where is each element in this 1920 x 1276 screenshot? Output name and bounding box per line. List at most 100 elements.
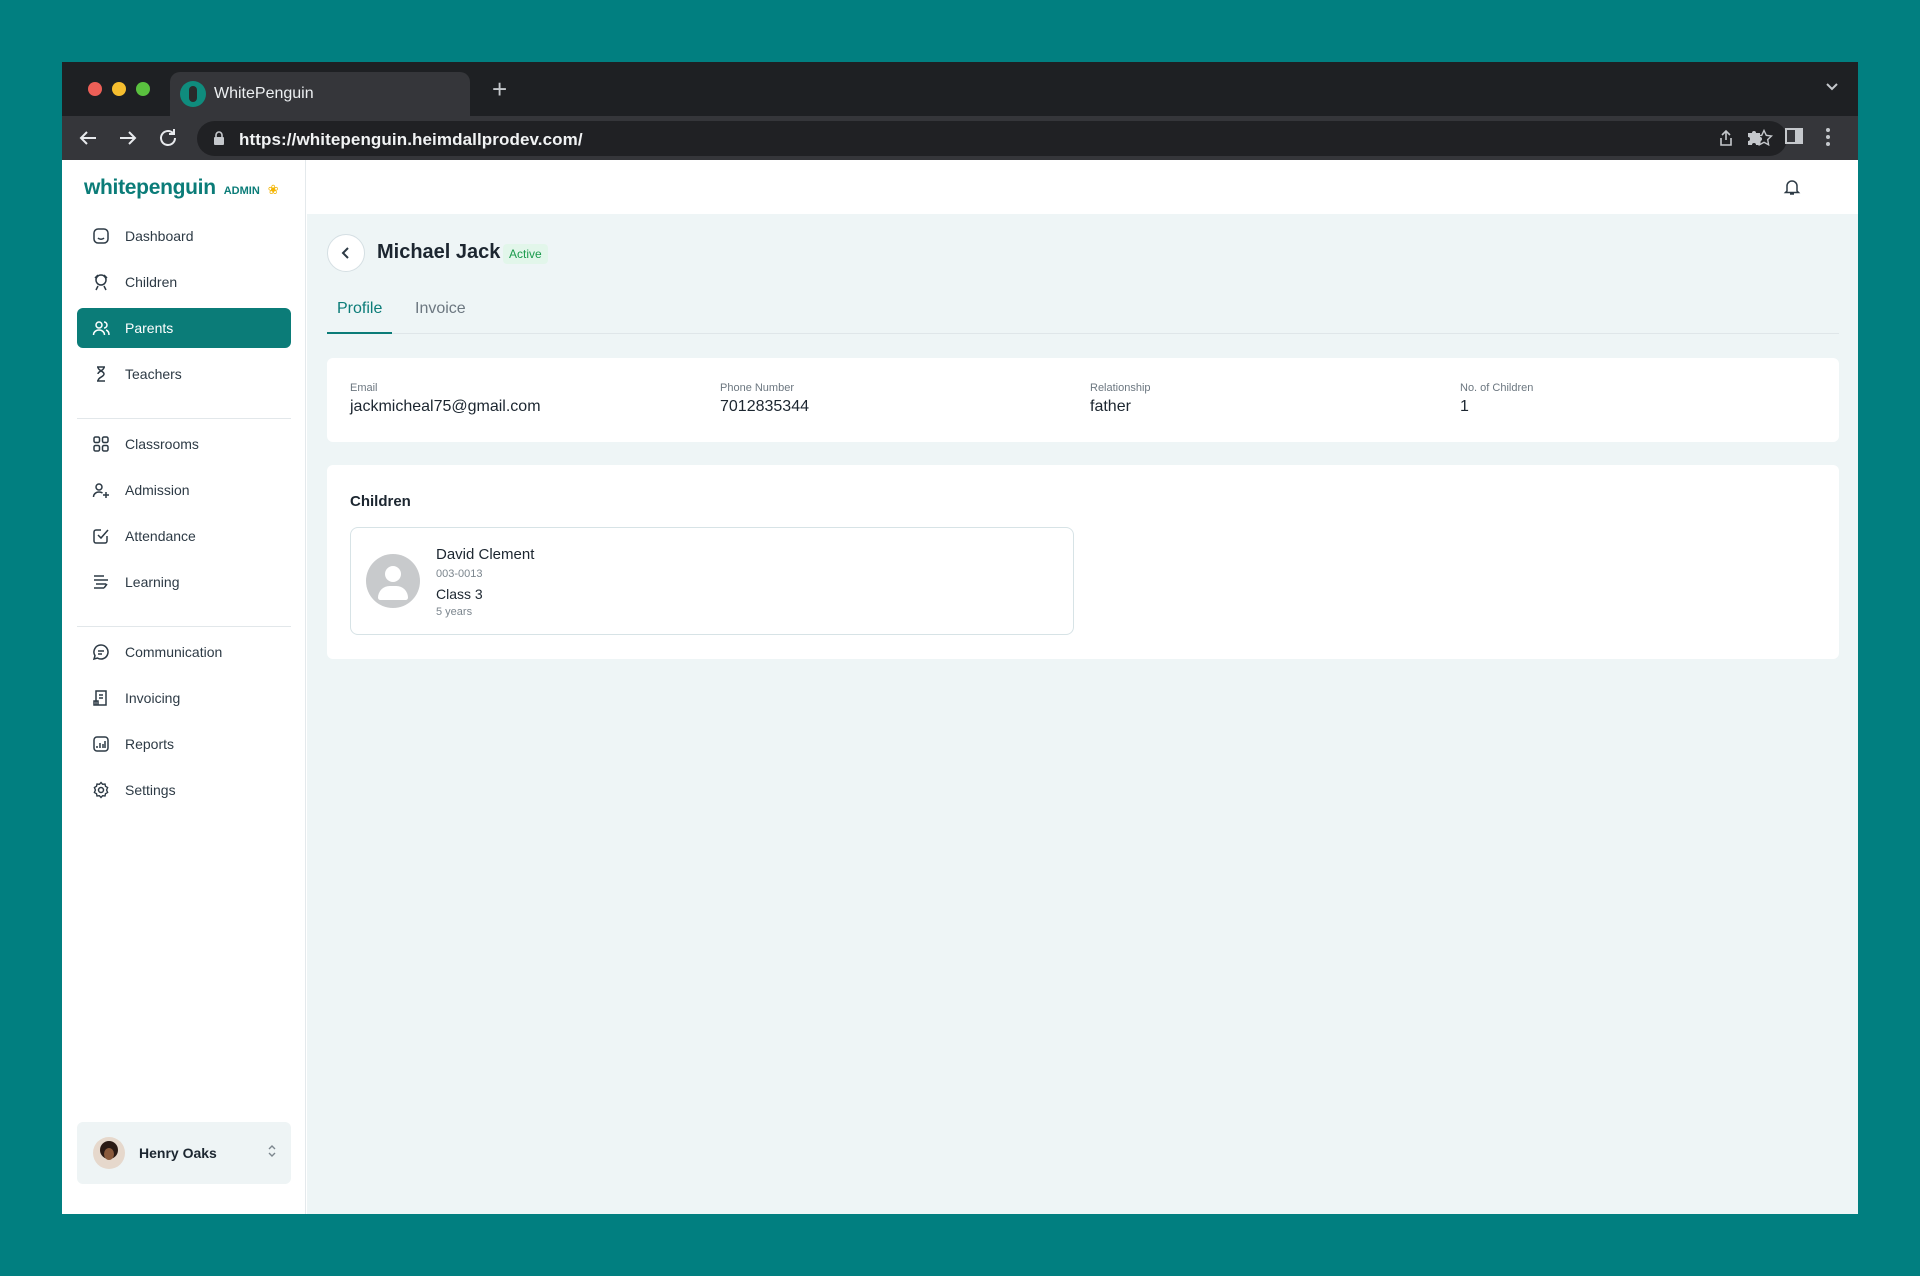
browser-tab-bar: WhitePenguin + [62, 62, 1858, 116]
sidebar-item-reports[interactable]: Reports [77, 724, 291, 764]
browser-tab[interactable]: WhitePenguin [170, 72, 470, 116]
top-bar [307, 160, 1858, 214]
field-label: Email [350, 382, 378, 394]
children-icon [91, 272, 111, 292]
extensions-puzzle-icon[interactable] [1744, 126, 1766, 148]
brand-name: whitepenguin [84, 176, 216, 199]
learning-icon [91, 572, 111, 592]
main-content: Michael Jack Active Profile Invoice Emai… [307, 160, 1858, 1214]
tab-profile[interactable]: Profile [327, 300, 393, 334]
sidebar: whitepenguin ADMIN ❀ Dashboard Children [62, 160, 306, 1214]
child-card[interactable]: David Clement 003-0013 Class 3 5 years [350, 527, 1074, 635]
avatar [93, 1137, 125, 1169]
child-class: Class 3 [436, 586, 483, 602]
browser-window: WhitePenguin + https://whitepenguin.heim… [62, 62, 1858, 1214]
communication-icon [91, 642, 111, 662]
lock-icon [214, 131, 224, 145]
phone-field: Phone Number 7012835344 [720, 382, 809, 416]
reload-icon[interactable] [156, 126, 180, 150]
field-value: 7012835344 [720, 398, 809, 415]
sidebar-item-label: Settings [125, 782, 176, 798]
user-switcher[interactable]: Henry Oaks [77, 1122, 291, 1184]
sidebar-item-parents[interactable]: Parents [77, 308, 291, 348]
admission-icon [91, 480, 111, 500]
reports-icon [91, 734, 111, 754]
share-icon[interactable] [1717, 129, 1735, 147]
sidebar-divider [77, 626, 291, 627]
close-window-button[interactable] [88, 82, 102, 96]
bell-icon [1783, 180, 1801, 195]
status-badge: Active [503, 244, 548, 264]
sidebar-item-label: Admission [125, 482, 190, 498]
classrooms-icon [91, 434, 111, 454]
parent-info-card: Email jackmicheal75@gmail.com Phone Numb… [327, 358, 1839, 442]
sidebar-item-label: Learning [125, 574, 180, 590]
parents-icon [91, 318, 111, 338]
chevron-left-icon [341, 247, 349, 259]
sidebar-item-label: Dashboard [125, 228, 194, 244]
child-avatar-placeholder-icon [366, 554, 420, 608]
url-text[interactable]: https://whitepenguin.heimdallprodev.com/ [239, 130, 583, 150]
sidebar-item-label: Teachers [125, 366, 182, 382]
forward-arrow-icon[interactable] [116, 126, 140, 150]
notifications-button[interactable] [1778, 173, 1806, 201]
sidebar-item-label: Communication [125, 644, 223, 660]
sidebar-item-label: Reports [125, 736, 175, 752]
admin-badge-icon: ❀ [267, 182, 279, 197]
field-value: father [1090, 398, 1131, 415]
maximize-window-button[interactable] [136, 82, 150, 96]
sidebar-item-label: Invoicing [125, 690, 181, 706]
sidebar-item-communication[interactable]: Communication [77, 632, 291, 672]
email-field: Email jackmicheal75@gmail.com [350, 382, 541, 416]
tab-invoice[interactable]: Invoice [405, 300, 476, 334]
side-panel-icon[interactable] [1784, 126, 1804, 146]
child-name: David Clement [436, 546, 535, 563]
sidebar-item-classrooms[interactable]: Classrooms [77, 424, 291, 464]
sidebar-item-label: Attendance [125, 528, 196, 544]
user-name: Henry Oaks [139, 1145, 217, 1161]
back-button[interactable] [327, 234, 365, 272]
sidebar-item-children[interactable]: Children [77, 262, 291, 302]
app: whitepenguin ADMIN ❀ Dashboard Children [62, 160, 1858, 1214]
field-label: Phone Number [720, 382, 794, 394]
sidebar-item-teachers[interactable]: Teachers [77, 354, 291, 394]
sidebar-item-learning[interactable]: Learning [77, 562, 291, 602]
sidebar-item-admission[interactable]: Admission [77, 470, 291, 510]
penguin-favicon-icon [180, 81, 206, 107]
teachers-icon [91, 364, 111, 384]
field-value: jackmicheal75@gmail.com [350, 398, 541, 415]
child-age: 5 years [436, 606, 473, 618]
chevron-up-down-icon [268, 1145, 276, 1157]
browser-tab-title: WhitePenguin [214, 85, 314, 102]
browser-toolbar: https://whitepenguin.heimdallprodev.com/ [62, 116, 1858, 160]
back-arrow-icon[interactable] [76, 126, 100, 150]
child-id: 003-0013 [436, 568, 483, 580]
new-tab-button[interactable]: + [492, 76, 507, 102]
sidebar-item-invoicing[interactable]: Invoicing [77, 678, 291, 718]
section-title: Children [350, 493, 411, 510]
address-bar[interactable]: https://whitepenguin.heimdallprodev.com/ [197, 121, 1787, 156]
relationship-field: Relationship father [1090, 382, 1151, 416]
sidebar-item-label: Children [125, 274, 178, 290]
attendance-icon [91, 526, 111, 546]
profile-tabs: Profile Invoice [327, 300, 1839, 334]
field-value: 1 [1460, 398, 1469, 415]
page-title: Michael Jack [377, 241, 501, 263]
minimize-window-button[interactable] [112, 82, 126, 96]
sidebar-item-dashboard[interactable]: Dashboard [77, 216, 291, 256]
invoicing-icon [91, 688, 111, 708]
window-controls [88, 82, 150, 96]
sidebar-divider [77, 418, 291, 419]
admin-label: ADMIN [223, 185, 260, 197]
brand-logo[interactable]: whitepenguin ADMIN ❀ [84, 176, 279, 200]
sidebar-item-settings[interactable]: Settings [77, 770, 291, 810]
chevron-down-icon[interactable] [1824, 78, 1840, 94]
children-count-field: No. of Children 1 [1460, 382, 1533, 416]
sidebar-item-label: Parents [125, 320, 174, 336]
sidebar-item-label: Classrooms [125, 436, 199, 452]
browser-menu-kebab-icon[interactable] [1824, 126, 1832, 148]
field-label: No. of Children [1460, 382, 1534, 394]
sidebar-item-attendance[interactable]: Attendance [77, 516, 291, 556]
dashboard-icon [91, 226, 111, 246]
settings-icon [91, 780, 111, 800]
